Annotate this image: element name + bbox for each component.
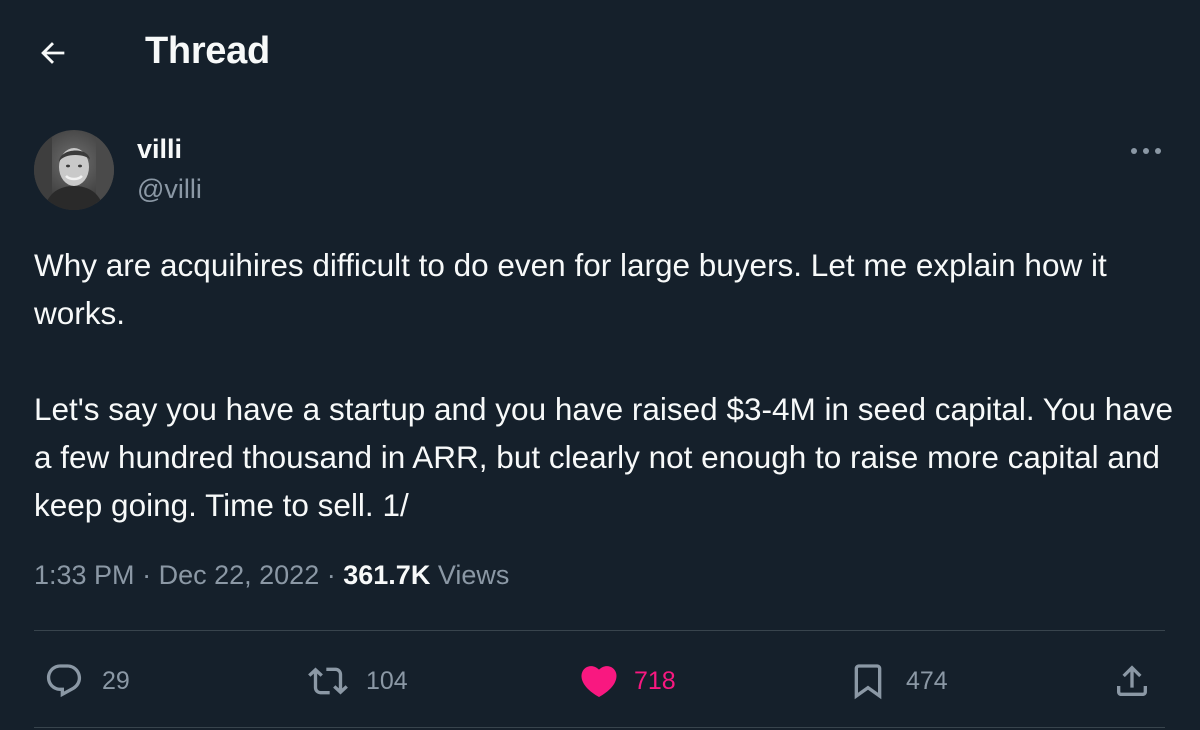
bookmark-count: 474 [906, 666, 948, 695]
tweet-paragraph: Let's say you have a startup and you hav… [34, 391, 1174, 523]
arrow-left-icon [41, 42, 65, 64]
author-name[interactable]: villi [137, 134, 182, 165]
thread-page: Thread villi @villi Why are acquihires d… [0, 0, 1200, 730]
retweet-button[interactable]: 104 [308, 656, 408, 706]
bookmark-icon [848, 661, 888, 701]
avatar[interactable] [34, 130, 114, 210]
more-options-button[interactable] [1124, 136, 1168, 166]
like-button[interactable]: 718 [578, 656, 676, 706]
reply-count: 29 [102, 666, 130, 695]
author-handle[interactable]: @villi [137, 174, 202, 205]
reply-icon [44, 661, 84, 701]
meta-separator: · [142, 560, 152, 590]
profile-photo [34, 130, 114, 210]
tweet-text: Why are acquihires difficult to do even … [34, 241, 1174, 529]
retweet-icon [308, 661, 348, 701]
tweet-date[interactable]: Dec 22, 2022 [159, 560, 320, 590]
divider [34, 727, 1165, 728]
tweet-meta: 1:33 PM · Dec 22, 2022 · 361.7K Views [34, 560, 509, 591]
meta-separator: · [326, 560, 336, 590]
share-icon [1112, 661, 1152, 701]
views-label: Views [437, 560, 510, 590]
bookmark-button[interactable]: 474 [848, 656, 948, 706]
divider [34, 630, 1165, 631]
views-count: 361.7K [343, 560, 431, 590]
retweet-count: 104 [366, 666, 408, 695]
more-dots-icon [1131, 148, 1161, 154]
tweet-time[interactable]: 1:33 PM [34, 560, 135, 590]
like-count: 718 [634, 666, 676, 695]
share-button[interactable] [1112, 656, 1152, 706]
page-title: Thread [145, 30, 270, 72]
header-bar: Thread [0, 0, 1200, 106]
reply-button[interactable]: 29 [44, 656, 130, 706]
heart-filled-icon [578, 660, 620, 702]
tweet-paragraph: Why are acquihires difficult to do even … [34, 247, 1107, 331]
back-button[interactable] [34, 34, 72, 72]
